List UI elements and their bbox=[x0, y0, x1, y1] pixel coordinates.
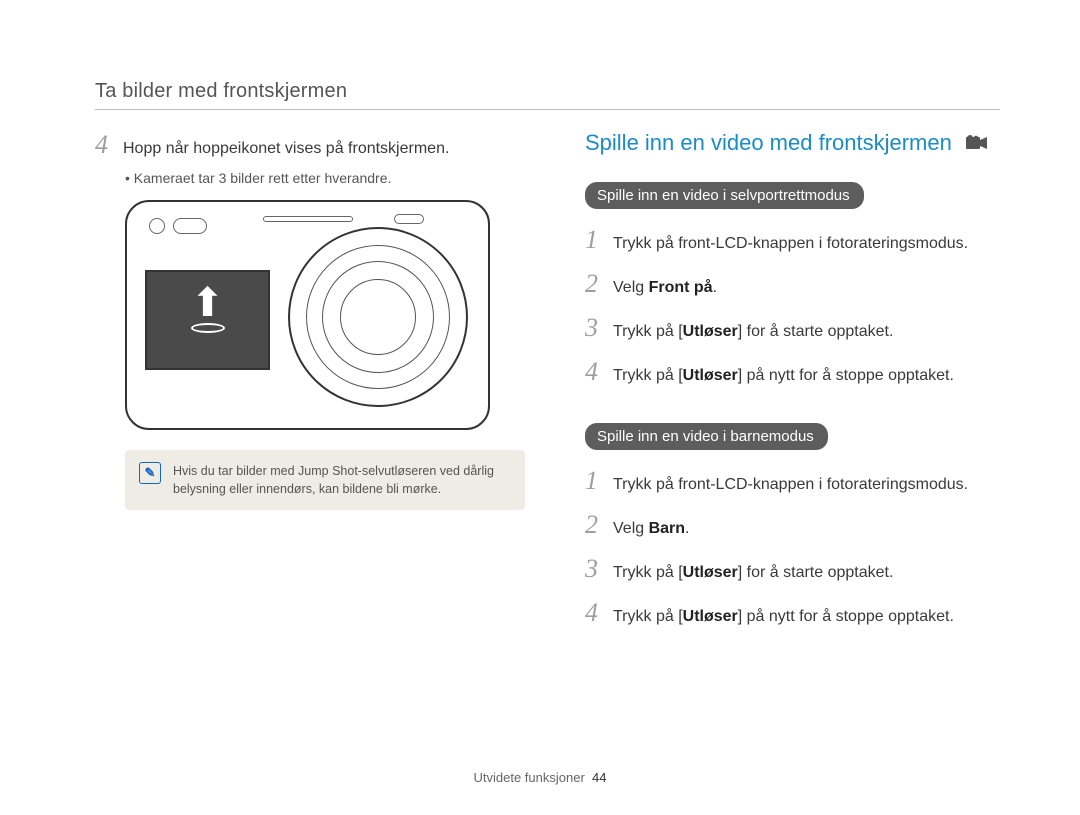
step-number: 2 bbox=[585, 269, 603, 299]
barn-step-3: 3 Trykk på [Utløser] for å starte opptak… bbox=[585, 554, 1000, 584]
step-text: Velg Barn. bbox=[613, 520, 690, 538]
page-number: 44 bbox=[592, 770, 606, 785]
step-number: 2 bbox=[585, 510, 603, 540]
sub-heading-selfportrait: Spille inn en video i selvportrettmodus bbox=[585, 182, 864, 209]
right-heading-text: Spille inn en video med frontskjermen bbox=[585, 130, 952, 156]
sp-step-2: 2 Velg Front på. bbox=[585, 269, 1000, 299]
step-text: Trykk på front-LCD-knappen i fotoraterin… bbox=[613, 235, 968, 253]
camera-diagram: ⬆ bbox=[125, 200, 490, 430]
step-4: 4 Hopp når hoppeikonet vises på frontskj… bbox=[95, 130, 525, 160]
step-number: 4 bbox=[585, 357, 603, 387]
step-number: 3 bbox=[585, 313, 603, 343]
left-column: 4 Hopp når hoppeikonet vises på frontskj… bbox=[95, 130, 525, 642]
step-number: 1 bbox=[585, 225, 603, 255]
step-text: Trykk på [Utløser] på nytt for å stoppe … bbox=[613, 608, 954, 626]
step-text: Trykk på [Utløser] for å starte opptaket… bbox=[613, 564, 893, 582]
sub-heading-barn: Spille inn en video i barnemodus bbox=[585, 423, 828, 450]
jump-arrow-icon: ⬆ bbox=[191, 283, 225, 323]
step-number: 4 bbox=[585, 598, 603, 628]
barn-step-2: 2 Velg Barn. bbox=[585, 510, 1000, 540]
video-camera-icon bbox=[966, 135, 988, 151]
step-text: Trykk på [Utløser] på nytt for å stoppe … bbox=[613, 367, 954, 385]
note-icon: ✎ bbox=[139, 462, 161, 484]
front-lcd: ⬆ bbox=[145, 270, 270, 370]
barn-step-4: 4 Trykk på [Utløser] på nytt for å stopp… bbox=[585, 598, 1000, 628]
step-number: 1 bbox=[585, 466, 603, 496]
right-heading: Spille inn en video med frontskjermen bbox=[585, 130, 1000, 156]
note-box: ✎ Hvis du tar bilder med Jump Shot-selvu… bbox=[125, 450, 525, 510]
step-text: Hopp når hoppeikonet vises på frontskjer… bbox=[123, 140, 449, 158]
step-text: Velg Front på. bbox=[613, 279, 717, 297]
right-column: Spille inn en video med frontskjermen Sp… bbox=[585, 130, 1000, 642]
note-text: Hvis du tar bilder med Jump Shot-selvutl… bbox=[173, 462, 511, 498]
page-footer: Utvidete funksjoner 44 bbox=[0, 770, 1080, 785]
step-text: Trykk på [Utløser] for å starte opptaket… bbox=[613, 323, 893, 341]
sp-step-4: 4 Trykk på [Utløser] på nytt for å stopp… bbox=[585, 357, 1000, 387]
sp-step-1: 1 Trykk på front-LCD-knappen i fotorater… bbox=[585, 225, 1000, 255]
barn-step-1: 1 Trykk på front-LCD-knappen i fotorater… bbox=[585, 466, 1000, 496]
step-number: 4 bbox=[95, 130, 113, 160]
step-text: Trykk på front-LCD-knappen i fotoraterin… bbox=[613, 476, 968, 494]
section-title: Ta bilder med frontskjermen bbox=[95, 80, 1000, 110]
step-number: 3 bbox=[585, 554, 603, 584]
sp-step-3: 3 Trykk på [Utløser] for å starte opptak… bbox=[585, 313, 1000, 343]
footer-label: Utvidete funksjoner bbox=[474, 770, 585, 785]
step-4-bullet: Kameraet tar 3 bilder rett etter hverand… bbox=[125, 170, 525, 186]
